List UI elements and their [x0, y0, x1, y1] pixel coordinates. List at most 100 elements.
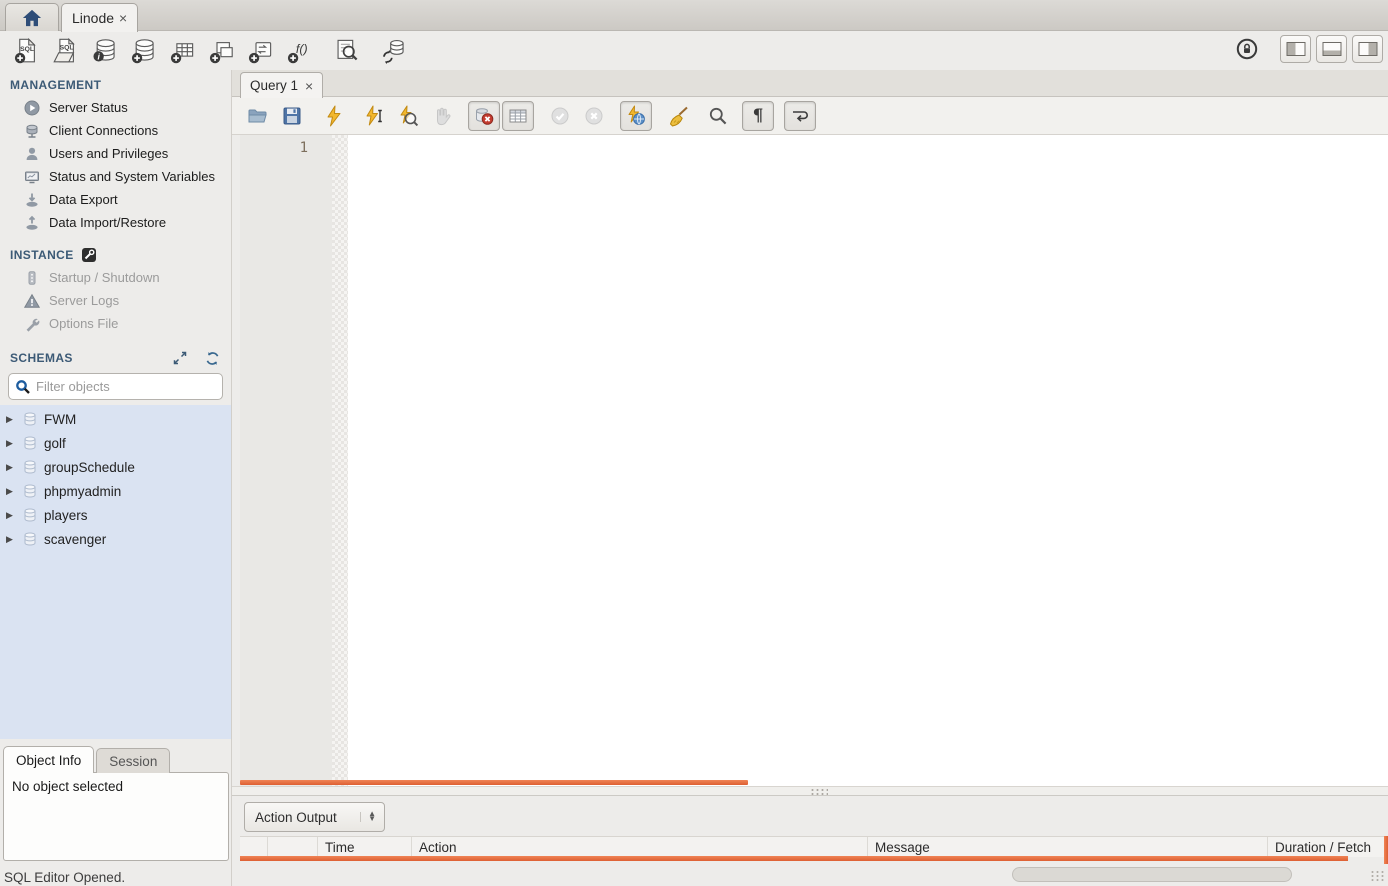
- schema-row-groupschedule[interactable]: ▶ groupSchedule: [0, 455, 231, 479]
- sidebar-item-server-status[interactable]: Server Status: [0, 96, 231, 119]
- create-schema-button[interactable]: [124, 35, 163, 67]
- output-view-selector[interactable]: Action Output ▲▼: [244, 802, 385, 832]
- create-table-button[interactable]: [163, 35, 202, 67]
- column-header-index[interactable]: [268, 837, 318, 857]
- sidebar-item-data-import[interactable]: Data Import/Restore: [0, 211, 231, 234]
- sidebar-item-label: Status and System Variables: [49, 169, 215, 184]
- splitter-grip[interactable]: [810, 788, 828, 795]
- line-number-gutter: 1: [240, 135, 332, 786]
- content-area: Query 1 ×: [232, 70, 1388, 886]
- bottom-scrollbar-thumb[interactable]: [1012, 867, 1292, 882]
- sidebar-item-system-variables[interactable]: Status and System Variables: [0, 165, 231, 188]
- toggle-left-sidebar-button[interactable]: [1280, 35, 1311, 63]
- editor-horizontal-scrollbar[interactable]: [240, 780, 748, 785]
- toggle-invisibles-button[interactable]: ¶: [742, 101, 774, 131]
- pilcrow-icon: ¶: [753, 106, 764, 126]
- info-tab-bar: Object Info Session: [0, 746, 231, 773]
- home-icon: [21, 8, 43, 28]
- expand-panel-icon[interactable]: [173, 351, 187, 365]
- chevron-right-icon[interactable]: ▶: [6, 534, 16, 545]
- commit-button[interactable]: [544, 101, 576, 131]
- database-migration-button[interactable]: [374, 35, 413, 67]
- schema-row-scavenger[interactable]: ▶ scavenger: [0, 527, 231, 551]
- query-tab-label: Query 1: [250, 78, 298, 93]
- schema-row-players[interactable]: ▶ players: [0, 503, 231, 527]
- tab-session[interactable]: Session: [96, 748, 170, 773]
- toggle-wrap-button[interactable]: [784, 101, 816, 131]
- schema-row-fwm[interactable]: ▶ FWM: [0, 407, 231, 431]
- execute-button[interactable]: [318, 101, 350, 131]
- chevron-right-icon[interactable]: ▶: [6, 510, 16, 521]
- management-title-label: MANAGEMENT: [10, 78, 101, 92]
- schema-label: scavenger: [44, 532, 106, 547]
- limit-rows-grid-icon: [507, 105, 529, 127]
- schema-db-icon: [22, 411, 38, 427]
- create-procedure-button[interactable]: [241, 35, 280, 67]
- sidebar-item-startup-shutdown[interactable]: Startup / Shutdown: [0, 266, 231, 289]
- toggle-autocommit-button[interactable]: [620, 101, 652, 131]
- output-horizontal-scrollbar[interactable]: [240, 856, 1348, 861]
- stop-button[interactable]: [426, 101, 458, 131]
- schema-db-icon: [22, 435, 38, 451]
- data-export-icon: [24, 192, 40, 208]
- find-button[interactable]: [702, 101, 734, 131]
- sidebar-item-server-logs[interactable]: Server Logs: [0, 289, 231, 312]
- home-tab[interactable]: [5, 3, 59, 31]
- rollback-button[interactable]: [578, 101, 610, 131]
- column-header-time[interactable]: Time: [318, 837, 412, 857]
- chevron-right-icon[interactable]: ▶: [6, 462, 16, 473]
- schema-label: players: [44, 508, 88, 523]
- save-script-button[interactable]: [276, 101, 308, 131]
- instance-title-label: INSTANCE: [10, 248, 74, 262]
- new-sql-tab-button[interactable]: SQL: [7, 35, 46, 67]
- sidebar-item-label: Users and Privileges: [49, 146, 168, 161]
- sidebar-item-users-privileges[interactable]: Users and Privileges: [0, 142, 231, 165]
- tab-object-info[interactable]: Object Info: [3, 746, 94, 773]
- toggle-stop-on-error-button[interactable]: [468, 101, 500, 131]
- toggle-bottom-panel-button[interactable]: [1316, 35, 1347, 63]
- tab-query-1[interactable]: Query 1 ×: [240, 72, 323, 98]
- bottom-panel-icon: [1322, 41, 1342, 57]
- close-icon[interactable]: ×: [305, 79, 313, 93]
- schema-inspector-button[interactable]: i: [85, 35, 124, 67]
- window-resize-grip[interactable]: [1370, 869, 1385, 882]
- sidebar-item-label: Data Export: [49, 192, 118, 207]
- chevron-right-icon[interactable]: ▶: [6, 438, 16, 449]
- open-file-button[interactable]: [242, 101, 274, 131]
- create-function-button[interactable]: f(): [280, 35, 319, 67]
- execute-current-button[interactable]: [358, 101, 390, 131]
- column-header-action[interactable]: Action: [412, 837, 868, 857]
- chevron-right-icon[interactable]: ▶: [6, 486, 16, 497]
- new-sql-tab-icon: SQL: [13, 37, 40, 64]
- output-splitter[interactable]: [232, 786, 1388, 796]
- server-status-icon: [24, 100, 40, 116]
- output-vertical-scrollbar[interactable]: [1384, 836, 1388, 864]
- startup-shutdown-icon: [24, 270, 40, 286]
- column-header-duration[interactable]: Duration / Fetch: [1268, 837, 1388, 857]
- sidebar-item-client-connections[interactable]: Client Connections: [0, 119, 231, 142]
- close-icon[interactable]: ×: [119, 11, 127, 25]
- column-header-status[interactable]: [240, 837, 268, 857]
- beautify-button[interactable]: [662, 101, 694, 131]
- search-data-button[interactable]: [327, 35, 366, 67]
- column-header-message[interactable]: Message: [868, 837, 1268, 857]
- chevron-right-icon[interactable]: ▶: [6, 414, 16, 425]
- connection-tab-linode[interactable]: Linode ×: [61, 3, 138, 32]
- toggle-right-sidebar-button[interactable]: [1352, 35, 1383, 63]
- sidebar-item-label: Server Status: [49, 100, 128, 115]
- explain-button[interactable]: [392, 101, 424, 131]
- open-sql-script-button[interactable]: SQL: [46, 35, 85, 67]
- object-info-panel: No object selected: [3, 772, 229, 861]
- users-privileges-icon: [24, 146, 40, 162]
- create-view-button[interactable]: [202, 35, 241, 67]
- limit-rows-button[interactable]: [502, 101, 534, 131]
- sidebar-item-label: Data Import/Restore: [49, 215, 166, 230]
- sql-editor[interactable]: 1: [240, 135, 1388, 786]
- sidebar-item-options-file[interactable]: Options File: [0, 312, 231, 335]
- schema-row-golf[interactable]: ▶ golf: [0, 431, 231, 455]
- schema-row-phpmyadmin[interactable]: ▶ phpmyadmin: [0, 479, 231, 503]
- sidebar-item-data-export[interactable]: Data Export: [0, 188, 231, 211]
- schema-filter-input[interactable]: [36, 379, 216, 394]
- ssl-lock-icon: [1235, 37, 1259, 61]
- refresh-icon[interactable]: [205, 351, 220, 366]
